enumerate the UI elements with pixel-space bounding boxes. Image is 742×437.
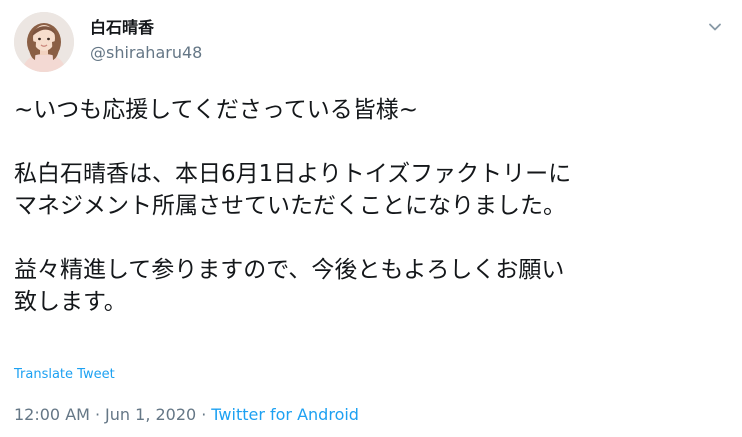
display-name[interactable]: 白石晴香	[90, 18, 154, 38]
translate-tweet-link[interactable]: Translate Tweet	[14, 366, 115, 384]
tweet-source-link[interactable]: Twitter for Android	[211, 405, 359, 424]
tweet-line-greeting: ~いつも応援してくださっている皆様~	[14, 97, 419, 123]
tweet-line-closing-1: 益々精進して参りますので、今後ともよろしくお願い	[14, 257, 565, 283]
tweet-line-announcement-2: マネジメント所属させていただくことになりました。	[14, 193, 566, 219]
meta-separator: ·	[94, 405, 101, 424]
chevron-down-icon	[709, 23, 721, 31]
tweet-time[interactable]: 12:00 AM	[14, 405, 90, 424]
tweet-line-closing-2: 致します。	[14, 289, 127, 315]
tweet-date[interactable]: Jun 1, 2020	[105, 405, 196, 424]
tweet-card: 白石晴香 @shiraharu48 ~いつも応援してくださっている皆様~ 私白石…	[0, 0, 742, 437]
tweet-menu-button[interactable]	[702, 14, 728, 40]
user-handle[interactable]: @shiraharu48	[90, 43, 202, 63]
avatar[interactable]	[14, 12, 74, 72]
avatar-photo	[14, 12, 74, 72]
tweet-line-announcement-1: 私白石晴香は、本日6月1日よりトイズファクトリーに	[14, 161, 572, 187]
tweet-text: ~いつも応援してくださっている皆様~ 私白石晴香は、本日6月1日よりトイズファク…	[14, 94, 730, 318]
tweet-metadata: 12:00 AM · Jun 1, 2020 · Twitter for Android	[14, 404, 359, 426]
meta-separator: ·	[201, 405, 207, 424]
